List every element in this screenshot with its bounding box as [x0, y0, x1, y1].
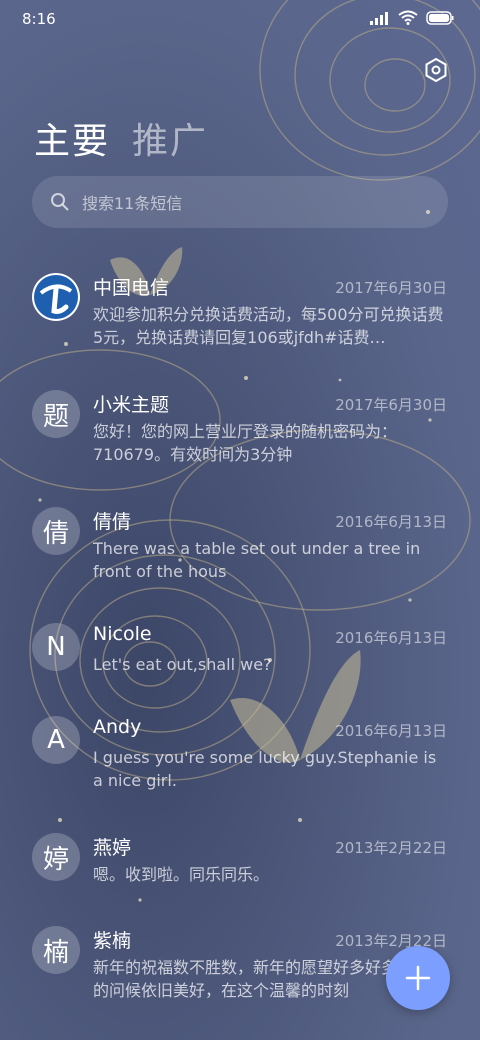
wifi-icon — [398, 10, 418, 25]
message-preview: 嗯。收到啦。同乐同乐。 — [93, 865, 270, 884]
avatar: N — [32, 623, 80, 671]
new-message-button[interactable] — [386, 946, 450, 1010]
china-telecom-logo-icon — [34, 275, 78, 319]
avatar — [32, 273, 80, 321]
plus-icon — [405, 965, 431, 991]
battery-icon — [426, 10, 454, 25]
message-date: 2013年2月22日 — [335, 839, 447, 857]
message-preview: 您好！您的网上营业厅登录的随机密码为：710679。有效时间为3分钟 — [93, 422, 398, 464]
avatar: A — [32, 716, 80, 764]
tab-promotions[interactable]: 推广 — [132, 112, 208, 164]
sender-name: 倩倩 — [93, 511, 132, 533]
tab-bar: 主要 推广 — [34, 112, 208, 164]
settings-icon — [425, 58, 447, 82]
search-bar[interactable]: 搜索11条短信 — [32, 176, 448, 228]
message-preview: I guess you're some lucky guy.Stephanie … — [93, 748, 437, 790]
sender-name: 紫楠 — [93, 930, 132, 952]
sender-name: 小米主题 — [93, 394, 170, 416]
avatar: 婷 — [32, 833, 80, 881]
sender-name: Nicole — [93, 623, 152, 645]
tab-primary[interactable]: 主要 — [34, 112, 110, 164]
message-date: 2017年6月30日 — [335, 396, 447, 414]
status-icons — [370, 10, 454, 25]
sender-name: Andy — [93, 716, 142, 738]
sender-name: 中国电信 — [93, 277, 170, 299]
message-preview: There was a table set out under a tree i… — [93, 539, 421, 581]
avatar: 楠 — [32, 926, 80, 974]
message-preview: Let's eat out,shall we? — [93, 655, 272, 674]
message-date: 2016年6月13日 — [335, 513, 447, 531]
avatar: 题 — [32, 390, 80, 438]
message-preview: 欢迎参加积分兑换话费活动，每500分可兑换话费5元，兑换话费请回复106或jfd… — [93, 305, 444, 347]
search-input[interactable]: 搜索11条短信 — [82, 190, 182, 214]
avatar: 倩 — [32, 507, 80, 555]
signal-icon — [370, 11, 388, 25]
settings-button[interactable] — [420, 54, 452, 86]
status-bar: 8:16 — [0, 0, 480, 40]
message-date: 2016年6月13日 — [335, 629, 447, 647]
message-date: 2016年6月13日 — [335, 722, 447, 740]
sender-name: 燕婷 — [93, 837, 132, 859]
message-date: 2017年6月30日 — [335, 279, 447, 297]
status-time: 8:16 — [22, 10, 56, 28]
search-icon — [51, 193, 69, 211]
